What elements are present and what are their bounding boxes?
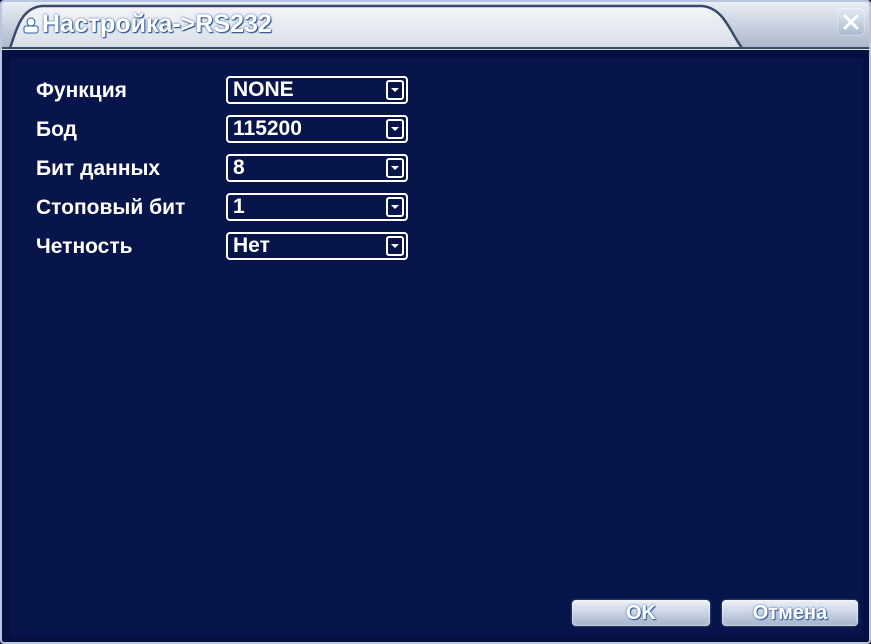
data-bits-select[interactable]: 8 [226,154,408,182]
cancel-button-label: Отмена [752,602,828,624]
chevron-down-icon [391,166,399,170]
stop-bit-select[interactable]: 1 [226,193,408,221]
chevron-down-icon [391,244,399,248]
stop-bit-value: 1 [233,195,245,218]
function-label: Функция [36,79,127,102]
function-dropdown-button[interactable] [386,80,404,100]
stop-bit-dropdown-button[interactable] [386,197,404,217]
function-select[interactable]: NONE [226,76,408,104]
parity-label: Четность [36,235,133,258]
baud-select[interactable]: 115200 [226,115,408,143]
baud-label: Бод [36,118,77,141]
settings-panel: Функция NONE Бод 115200 Бит данных 8 Сто… [10,58,863,636]
parity-dropdown-button[interactable] [386,236,404,256]
baud-value: 115200 [233,117,302,140]
baud-dropdown-button[interactable] [386,119,404,139]
data-bits-value: 8 [233,156,245,179]
chevron-down-icon [391,127,399,131]
close-icon [843,14,859,30]
data-bits-label: Бит данных [36,157,161,180]
parity-value: Нет [233,234,270,257]
parity-select[interactable]: Нет [226,232,408,260]
ok-button[interactable]: OK [572,600,710,626]
stop-bit-label: Стоповый бит [36,196,186,219]
close-button[interactable] [837,8,865,36]
settings-icon [23,17,39,34]
title-bar: Настройка->RS232 [2,2,869,50]
data-bits-dropdown-button[interactable] [386,158,404,178]
cancel-button[interactable]: Отмена [722,600,858,626]
function-value: NONE [233,78,294,101]
chevron-down-icon [391,88,399,92]
ok-button-label: OK [626,602,656,624]
window-title: Настройка->RS232 [42,10,272,38]
chevron-down-icon [391,205,399,209]
rs232-settings-window: Настройка->RS232 Функция NONE Бод 115200 [0,0,871,644]
